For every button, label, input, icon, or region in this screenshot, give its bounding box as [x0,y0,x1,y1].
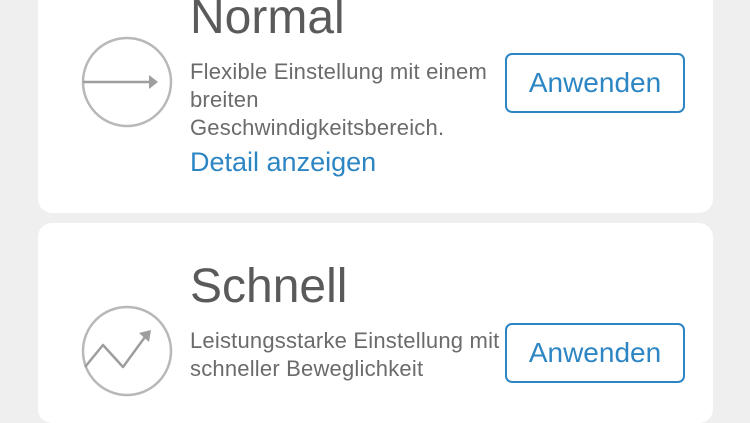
mode-title: Normal [190,0,345,44]
mode-description: Flexible Einstellung mit einem breiten G… [190,59,488,140]
apply-button[interactable]: Anwenden [505,53,685,113]
arrow-right-circle-icon [81,36,173,128]
mode-title: Schnell [190,260,348,313]
zigzag-arrow-circle-icon [81,305,173,397]
mode-description: Leistungsstarke Einstellung mit schnelle… [190,328,500,381]
mode-card-fast: Schnell Leistungsstarke Einstellung mit … [38,223,713,423]
show-detail-link[interactable]: Detail anzeigen [190,147,376,178]
apply-button[interactable]: Anwenden [505,323,685,383]
mode-card-normal: Normal Flexible Einstellung mit einem br… [38,0,713,213]
